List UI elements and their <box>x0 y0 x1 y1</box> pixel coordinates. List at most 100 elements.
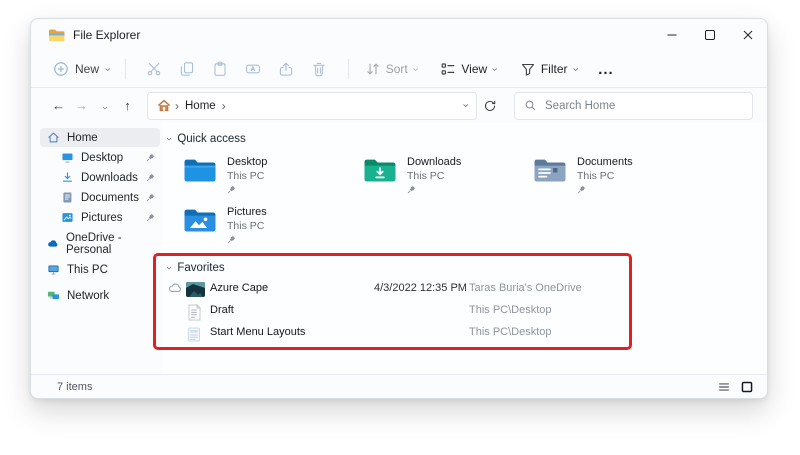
share-button[interactable] <box>270 55 303 83</box>
up-button[interactable]: ↑ <box>116 98 139 113</box>
pin-icon <box>227 235 267 244</box>
documents-icon <box>61 191 74 204</box>
forward-button[interactable]: → <box>70 98 93 113</box>
sidebar-item-label: OneDrive - Personal <box>66 232 155 256</box>
file-row-start-menu-layouts[interactable]: Start Menu Layouts This PC\Desktop <box>163 323 767 345</box>
items-count: 7 items <box>57 381 92 393</box>
collapse-chevron-icon[interactable]: › <box>164 266 174 269</box>
pin-icon <box>227 185 267 194</box>
address-dropdown-chevron-icon[interactable]: › <box>460 104 471 108</box>
pin-icon <box>146 153 155 162</box>
favorites-header[interactable]: › Favorites <box>167 262 225 274</box>
file-name: Draft <box>210 304 234 316</box>
new-button-label: New <box>75 62 99 76</box>
search-icon <box>524 99 537 112</box>
sidebar-item-downloads[interactable]: Downloads <box>40 168 160 187</box>
home-outline-icon <box>47 131 60 144</box>
cloud-sync-icon <box>168 282 183 293</box>
file-row-draft[interactable]: Draft This PC\Desktop <box>163 301 767 323</box>
tile-desktop[interactable]: Desktop This PC <box>183 156 355 194</box>
toolbar-divider <box>125 59 126 79</box>
pin-icon <box>577 185 633 194</box>
view-icon <box>440 61 456 77</box>
navigation-pane: Home Desktop Downloads <box>31 123 163 374</box>
chevron-down-icon: › <box>489 67 500 71</box>
back-button[interactable]: ← <box>47 98 70 113</box>
sort-button-label: Sort <box>386 62 408 76</box>
sidebar-item-onedrive[interactable]: OneDrive - Personal <box>40 234 160 253</box>
rename-button[interactable] <box>237 55 270 83</box>
items-view: › Quick access Desktop This PC <box>163 123 767 374</box>
rename-icon <box>245 61 261 77</box>
network-icon <box>47 289 60 302</box>
cut-button[interactable] <box>138 55 171 83</box>
sidebar-item-pictures[interactable]: Pictures <box>40 208 160 227</box>
file-name: Azure Cape <box>210 282 268 294</box>
window-controls <box>653 19 767 51</box>
sidebar-item-home[interactable]: Home <box>40 128 160 147</box>
layout-file-icon <box>186 326 202 343</box>
search-box[interactable] <box>514 92 753 120</box>
pin-icon <box>146 213 155 222</box>
folder-documents-icon <box>533 156 567 184</box>
see-more-button[interactable]: ... <box>596 55 616 83</box>
sort-button[interactable]: Sort › <box>361 55 421 83</box>
paste-button[interactable] <box>204 55 237 83</box>
tile-pictures[interactable]: Pictures This PC <box>183 206 355 244</box>
command-bar: New › <box>31 51 767 88</box>
quick-access-label: Quick access <box>177 133 245 145</box>
minimize-button[interactable] <box>653 19 691 51</box>
tile-location: This PC <box>407 170 461 182</box>
sidebar-item-desktop[interactable]: Desktop <box>40 148 160 167</box>
computer-icon <box>47 263 60 276</box>
file-date-modified: 4/3/2022 12:35 PM <box>374 282 467 294</box>
breadcrumb-home[interactable]: Home <box>183 100 218 112</box>
image-thumbnail-icon <box>186 282 205 297</box>
view-button[interactable]: View › <box>436 55 499 83</box>
tile-name: Pictures <box>227 206 267 218</box>
collapse-chevron-icon[interactable]: › <box>164 137 174 140</box>
sidebar-item-label: Network <box>67 290 109 302</box>
folder-desktop-icon <box>183 156 217 184</box>
details-view-toggle[interactable] <box>717 380 731 394</box>
copy-icon <box>179 61 195 77</box>
breadcrumb-separator: › <box>171 99 183 113</box>
breadcrumb-bar[interactable]: › Home › › <box>147 92 477 120</box>
refresh-button[interactable] <box>483 99 509 113</box>
maximize-button[interactable] <box>691 19 729 51</box>
toolbar-divider <box>348 59 349 79</box>
trash-icon <box>311 61 327 77</box>
search-input[interactable] <box>545 100 743 112</box>
copy-button[interactable] <box>171 55 204 83</box>
desktop-icon <box>61 151 74 164</box>
quick-access-header[interactable]: › Quick access <box>167 133 246 145</box>
chevron-down-icon: › <box>569 67 580 71</box>
large-thumbnails-toggle[interactable] <box>740 380 754 394</box>
address-bar-row: ← → › ↑ › Home › › <box>31 88 767 123</box>
app-folder-icon <box>48 28 65 42</box>
sidebar-item-label: Documents <box>81 192 139 204</box>
window-title: File Explorer <box>73 28 140 42</box>
tile-documents[interactable]: Documents This PC <box>533 156 705 194</box>
close-button[interactable] <box>729 19 767 51</box>
sidebar-item-this-pc[interactable]: This PC <box>40 260 160 279</box>
sidebar-item-label: This PC <box>67 264 108 276</box>
pin-icon <box>146 173 155 182</box>
tile-downloads[interactable]: Downloads This PC <box>363 156 535 194</box>
tile-name: Documents <box>577 156 633 168</box>
tile-name: Desktop <box>227 156 267 168</box>
file-row-azure-cape[interactable]: Azure Cape 4/3/2022 12:35 PM Taras Buria… <box>163 279 767 301</box>
filter-button-label: Filter <box>541 62 568 76</box>
chevron-down-icon: › <box>409 67 420 71</box>
sidebar-item-documents[interactable]: Documents <box>40 188 160 207</box>
delete-button[interactable] <box>303 55 336 83</box>
home-icon <box>157 99 171 112</box>
recent-locations-button[interactable]: › <box>93 98 116 113</box>
filter-button[interactable]: Filter › <box>516 55 580 83</box>
sidebar-item-label: Pictures <box>81 212 123 224</box>
file-location: This PC\Desktop <box>469 326 552 338</box>
new-button[interactable]: New › <box>49 55 113 83</box>
status-bar: 7 items <box>31 374 767 398</box>
sidebar-item-network[interactable]: Network <box>40 286 160 305</box>
thumbnail-square-icon <box>740 380 754 394</box>
